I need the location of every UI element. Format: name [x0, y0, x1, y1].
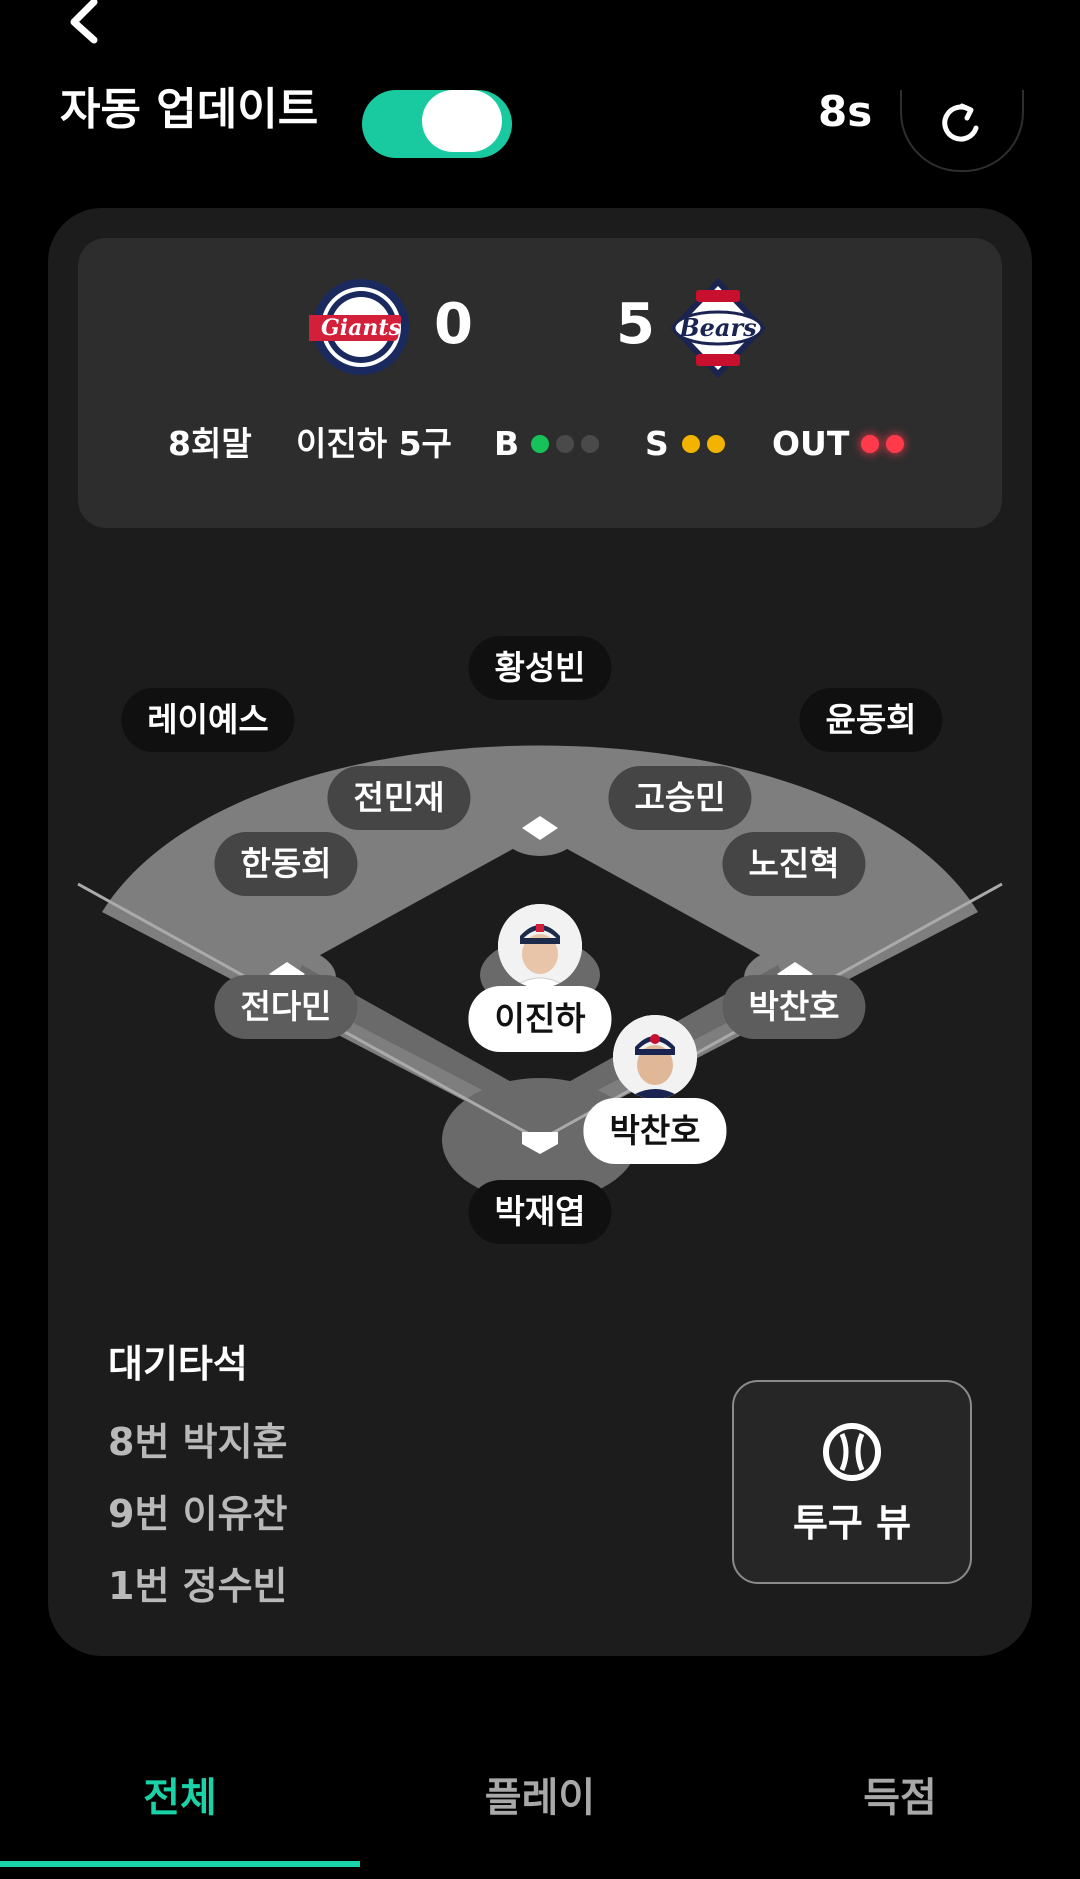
scoreboard: [78, 238, 1002, 528]
strike-dot: [682, 435, 700, 453]
strike-dot: [707, 435, 725, 453]
home-score: 5: [616, 292, 655, 357]
player-right-field[interactable]: 윤동희: [799, 688, 943, 752]
outs-label: OUT: [772, 424, 850, 463]
baseball-icon: [823, 1423, 881, 1481]
refresh-timer: 8s: [818, 87, 873, 136]
pitcher-avatar[interactable]: [498, 904, 582, 988]
on-deck-item: 8번 박지훈: [108, 1420, 288, 1464]
toggle-knob: [422, 90, 502, 152]
player-second-base[interactable]: 고승민: [608, 766, 752, 830]
ball-dot: [556, 435, 574, 453]
refresh-icon: [942, 103, 979, 142]
tab-play[interactable]: 플레이: [360, 1770, 720, 1826]
back-arrow-icon[interactable]: [60, 0, 110, 45]
active-tab-indicator: [0, 1861, 360, 1867]
away-score: 0: [434, 292, 473, 357]
batter-avatar[interactable]: [613, 1015, 697, 1099]
tab-all[interactable]: 전체: [0, 1770, 360, 1826]
strikes-label: S: [645, 424, 669, 463]
player-photo-icon: [498, 904, 582, 988]
refresh-button[interactable]: [900, 90, 1024, 172]
svg-text:Bears: Bears: [678, 313, 757, 342]
ball-dot: [531, 435, 549, 453]
player-photo-icon: [613, 1015, 697, 1099]
player-batter[interactable]: 박찬호: [583, 1098, 727, 1164]
on-deck-item: 1번 정수빈: [108, 1564, 288, 1608]
inning-text: 8회말: [168, 424, 252, 463]
player-third-base[interactable]: 한동희: [214, 832, 358, 896]
bears-logo-icon: Bears: [670, 278, 766, 378]
player-left-field[interactable]: 레이예스: [121, 688, 295, 752]
ball-dot: [581, 435, 599, 453]
runner-first-base[interactable]: 박찬호: [722, 975, 866, 1039]
auto-update-toggle[interactable]: [362, 90, 512, 158]
balls-label: B: [494, 424, 520, 463]
runner-third-base[interactable]: 전다민: [214, 975, 358, 1039]
svg-text:Giants: Giants: [321, 315, 401, 341]
giants-logo-icon: Giants: [309, 279, 409, 375]
auto-update-label: 자동 업데이트: [60, 84, 319, 135]
out-dot: [861, 435, 879, 453]
pitch-view-button[interactable]: 투구 뷰: [732, 1380, 972, 1584]
out-dot: [886, 435, 904, 453]
player-first-base[interactable]: 노진혁: [722, 832, 866, 896]
player-catcher[interactable]: 박재엽: [468, 1180, 612, 1244]
player-shortstop[interactable]: 전민재: [327, 766, 471, 830]
pitch-count-text: 이진하 5구: [296, 424, 452, 463]
player-center-field[interactable]: 황성빈: [468, 636, 612, 700]
pitch-view-label: 투구 뷰: [792, 1501, 912, 1545]
tab-score[interactable]: 득점: [720, 1770, 1080, 1826]
on-deck-item: 9번 이유찬: [108, 1492, 288, 1536]
player-pitcher[interactable]: 이진하: [468, 986, 612, 1052]
on-deck-title: 대기타석: [108, 1342, 248, 1386]
